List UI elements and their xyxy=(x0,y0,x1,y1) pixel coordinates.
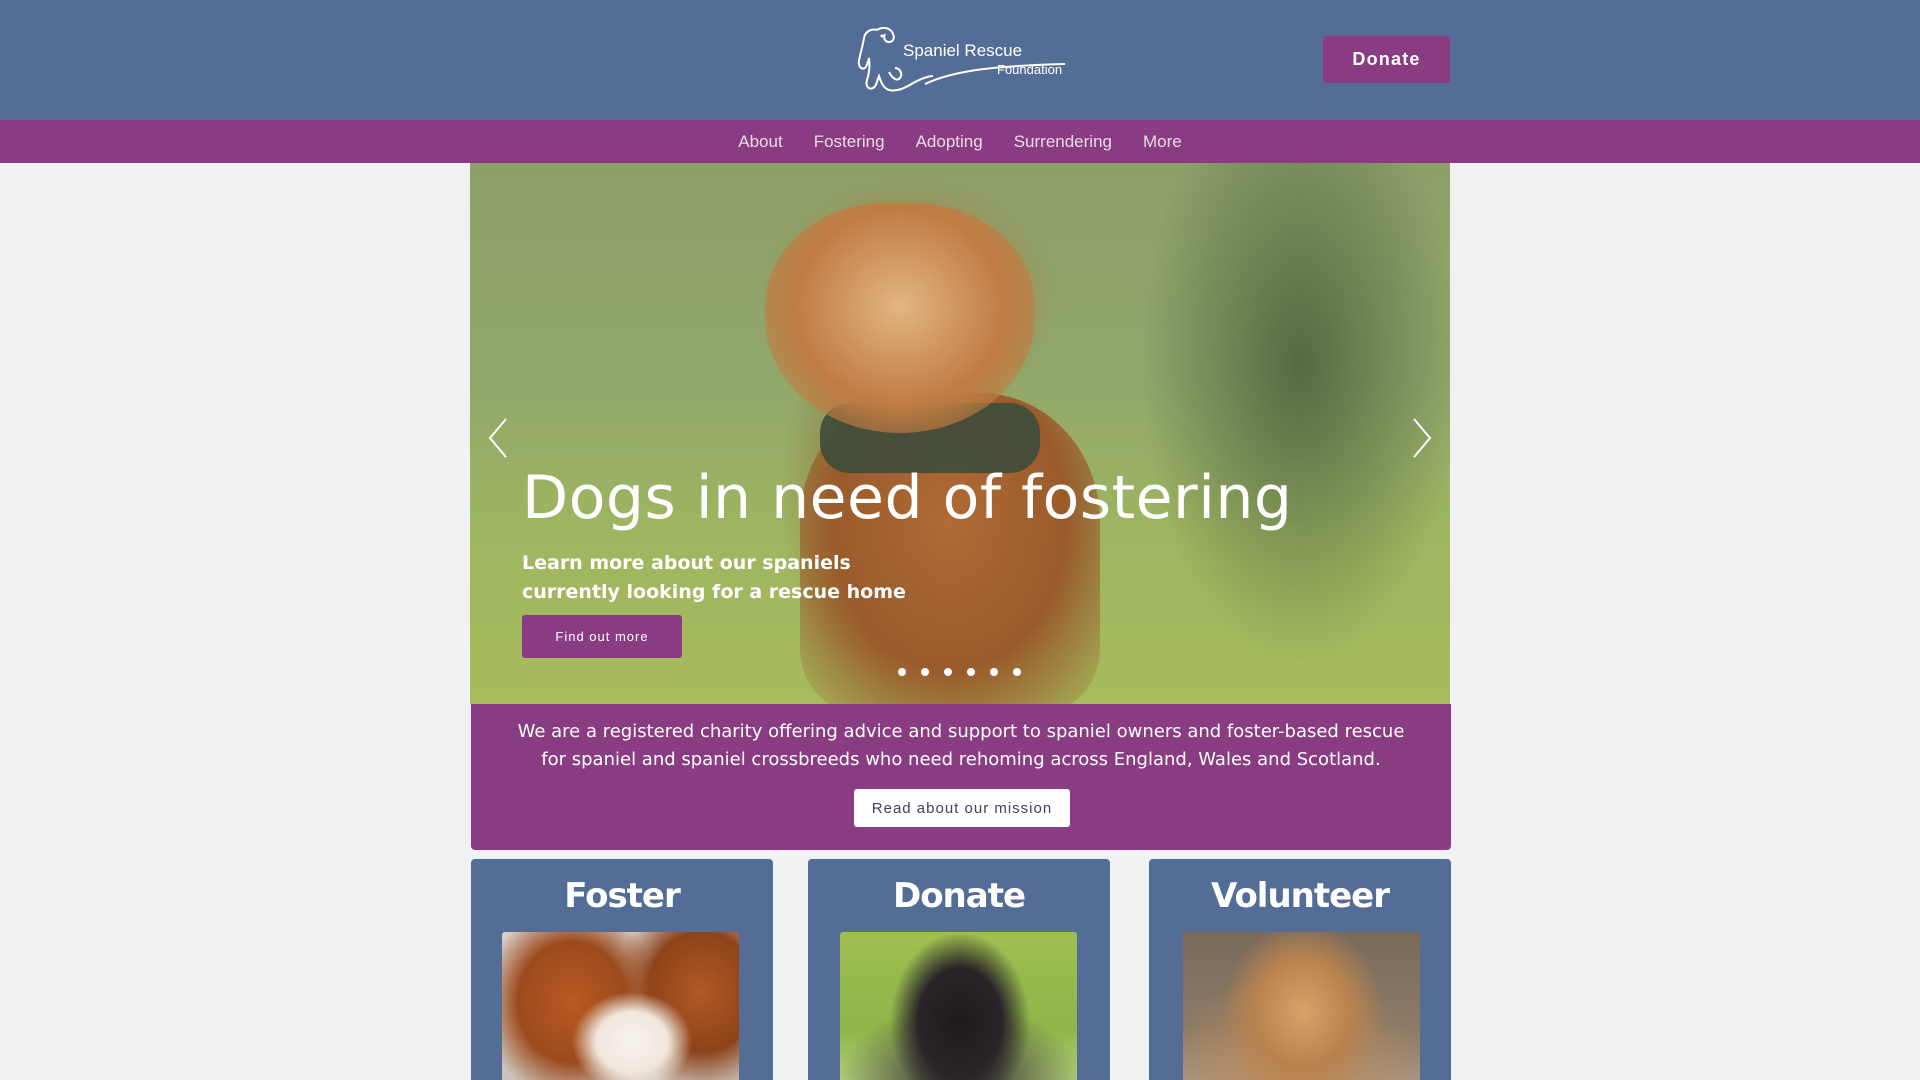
nav-item-surrendering[interactable]: Surrendering xyxy=(1014,132,1112,152)
nav-item-fostering[interactable]: Fostering xyxy=(814,132,885,152)
slide-indicators xyxy=(898,668,1021,676)
card-volunteer[interactable]: Volunteer xyxy=(1149,859,1451,1080)
slide-dot[interactable] xyxy=(967,668,975,676)
volunteer-dog-image xyxy=(1183,932,1420,1080)
hero-dog-head-image xyxy=(765,203,1035,433)
find-out-more-button[interactable]: Find out more xyxy=(522,615,682,658)
mission-banner: We are a registered charity offering adv… xyxy=(471,704,1451,850)
chevron-right-icon xyxy=(1413,418,1432,458)
read-mission-button[interactable]: Read about our mission xyxy=(854,789,1070,827)
hero-title: Dogs in need of fostering xyxy=(522,463,1293,533)
slide-prev-button[interactable] xyxy=(478,413,518,463)
foster-dog-image xyxy=(502,932,739,1080)
donate-button[interactable]: Donate xyxy=(1323,36,1450,83)
nav-items: About Fostering Adopting Surrendering Mo… xyxy=(0,120,1920,163)
mission-text: We are a registered charity offering adv… xyxy=(517,721,1405,770)
card-title: Volunteer xyxy=(1210,876,1390,916)
logo-title: Spaniel Rescue xyxy=(903,41,1023,60)
slide-next-button[interactable] xyxy=(1402,413,1442,463)
slide-dot[interactable] xyxy=(898,668,906,676)
main-nav: About Fostering Adopting Surrendering Mo… xyxy=(0,120,1920,163)
nav-item-about[interactable]: About xyxy=(738,132,782,152)
hero-subtitle: Learn more about our spaniels currently … xyxy=(522,552,906,603)
nav-item-more[interactable]: More xyxy=(1143,132,1182,152)
donate-dog-image xyxy=(840,932,1077,1080)
card-title: Foster xyxy=(564,876,681,916)
slide-dot[interactable] xyxy=(944,668,952,676)
slide-dot[interactable] xyxy=(990,668,998,676)
slide-dot[interactable] xyxy=(1013,668,1021,676)
logo-subtitle: Foundation xyxy=(997,62,1063,77)
hero-slideshow: Dogs in need of fostering Learn more abo… xyxy=(470,163,1450,704)
nav-item-adopting[interactable]: Adopting xyxy=(916,132,983,152)
card-title: Donate xyxy=(892,876,1026,916)
card-foster[interactable]: Foster xyxy=(471,859,773,1080)
slide-dot[interactable] xyxy=(921,668,929,676)
site-header: Spaniel Rescue Foundation Donate xyxy=(0,0,1920,120)
chevron-left-icon xyxy=(488,418,507,458)
card-donate[interactable]: Donate xyxy=(808,859,1110,1080)
site-logo[interactable]: Spaniel Rescue Foundation xyxy=(855,22,1065,98)
